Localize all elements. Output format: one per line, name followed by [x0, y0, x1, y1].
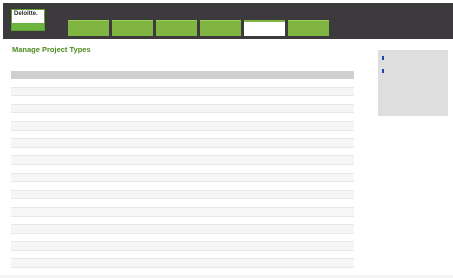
brand-logo[interactable]: Deloitte.	[11, 9, 45, 31]
table-row	[11, 156, 354, 165]
nav-tab[interactable]	[112, 20, 153, 36]
nav-tab[interactable]	[68, 20, 109, 36]
table-row	[11, 225, 354, 234]
table-row	[11, 87, 354, 97]
nav-tab[interactable]	[156, 20, 197, 36]
table-row	[11, 207, 354, 217]
app-window: Deloitte. Manage Project Types	[0, 0, 453, 278]
right-sidebar	[378, 50, 448, 116]
table-row	[11, 259, 354, 269]
table-row	[11, 121, 354, 131]
nav-tab[interactable]	[200, 20, 241, 36]
table-row	[11, 96, 354, 105]
table-row	[11, 234, 354, 243]
project-types-table	[11, 71, 354, 269]
table-row	[11, 148, 354, 157]
table-row	[11, 104, 354, 114]
table-row	[11, 131, 354, 140]
table-row	[11, 165, 354, 174]
table-row	[11, 113, 354, 122]
table-header	[11, 71, 354, 79]
table-row	[11, 190, 354, 200]
table-row	[11, 217, 354, 226]
table-body	[11, 79, 354, 269]
nav-tab[interactable]	[288, 20, 329, 36]
logo-wordmark: Deloitte.	[14, 11, 38, 17]
table-row	[11, 251, 354, 260]
table-row	[11, 173, 354, 183]
table-row	[11, 199, 354, 208]
sidebar-link[interactable]	[378, 55, 448, 60]
main-nav-tabs	[68, 20, 329, 36]
table-row	[11, 242, 354, 251]
nav-tab[interactable]	[244, 20, 285, 36]
page-title: Manage Project Types	[12, 45, 91, 54]
sidebar-link[interactable]	[378, 68, 448, 73]
table-row	[11, 79, 354, 88]
table-row	[11, 139, 354, 148]
logo-subtitle	[12, 23, 44, 30]
table-row	[11, 182, 354, 191]
